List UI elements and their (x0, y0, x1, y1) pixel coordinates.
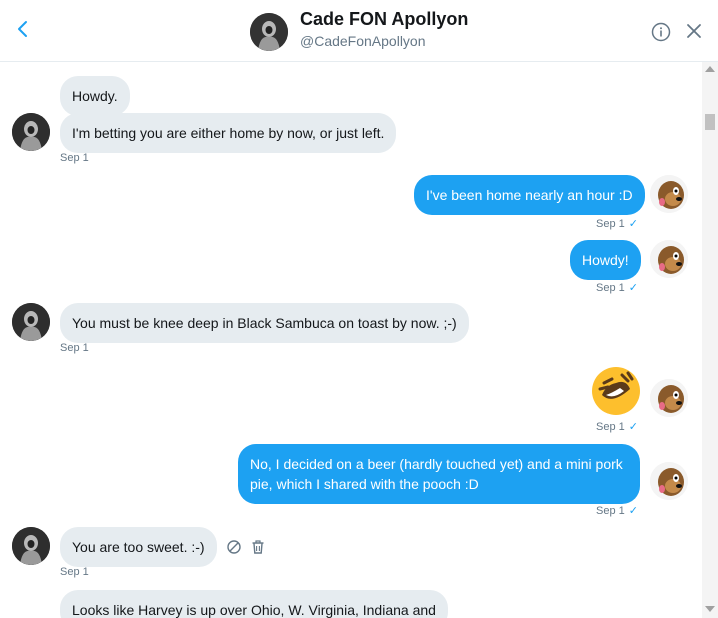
block-icon (227, 540, 241, 554)
back-button[interactable] (12, 18, 34, 40)
message-timestamp: Sep 1 (596, 505, 625, 517)
message-timestamp: Sep 1 (60, 566, 89, 578)
message-status: Sep 1 ✓ (596, 504, 638, 517)
incoming-message[interactable]: You must be knee deep in Black Sambuca o… (60, 303, 469, 343)
close-icon (687, 24, 701, 38)
avatar[interactable] (250, 13, 288, 51)
sent-check-icon: ✓ (628, 421, 638, 433)
hooded-figure-avatar-icon (250, 13, 288, 51)
scroll-down-arrow-icon[interactable] (705, 606, 715, 612)
report-button[interactable] (226, 539, 242, 555)
avatar[interactable] (12, 113, 50, 151)
message-text-line: pie, which I shared with the pooch :D (250, 476, 479, 492)
message-status: Sep 1 ✓ (596, 281, 638, 294)
conversation-header: Cade FON Apollyon @CadeFonApollyon (0, 0, 718, 62)
trash-icon (252, 540, 264, 554)
message-status: Sep 1 ✓ (596, 217, 638, 230)
message-timestamp: Sep 1 (60, 152, 89, 164)
chevron-left-icon (18, 21, 27, 37)
sent-check-icon: ✓ (628, 218, 638, 230)
outgoing-message[interactable]: No, I decided on a beer (hardly touched … (238, 444, 640, 504)
message-status: Sep 1 ✓ (596, 420, 638, 433)
incoming-message[interactable]: Looks like Harvey is up over Ohio, W. Vi… (60, 590, 448, 618)
dog-avatar-icon (650, 240, 688, 278)
outgoing-message[interactable]: I've been home nearly an hour :D (414, 175, 645, 215)
avatar[interactable] (650, 379, 688, 417)
hooded-figure-avatar-icon (12, 527, 50, 565)
avatar[interactable] (650, 240, 688, 278)
rolling-on-floor-laughing-icon (592, 367, 640, 415)
incoming-message[interactable]: You are too sweet. :-) (60, 527, 217, 567)
dog-avatar-icon (650, 379, 688, 417)
contact-name[interactable]: Cade FON Apollyon (300, 9, 468, 30)
message-timestamp: Sep 1 (596, 282, 625, 294)
contact-handle[interactable]: @CadeFonApollyon (300, 33, 426, 49)
hooded-figure-avatar-icon (12, 303, 50, 341)
avatar[interactable] (650, 175, 688, 213)
dog-avatar-icon (650, 462, 688, 500)
avatar[interactable] (12, 527, 50, 565)
scroll-up-arrow-icon[interactable] (705, 66, 715, 72)
info-icon (651, 22, 671, 42)
hooded-figure-avatar-icon (12, 113, 50, 151)
incoming-message[interactable]: I'm betting you are either home by now, … (60, 113, 397, 153)
message-timestamp: Sep 1 (60, 342, 89, 354)
outgoing-message[interactable]: Howdy! (570, 240, 641, 280)
message-timestamp: Sep 1 (596, 421, 625, 433)
scrollbar[interactable] (702, 62, 718, 618)
close-button[interactable] (684, 21, 704, 41)
sent-check-icon: ✓ (628, 505, 638, 517)
dog-avatar-icon (650, 175, 688, 213)
message-list[interactable]: Howdy. I'm betting you are either home b… (0, 62, 702, 618)
rolling-on-floor-laughing-emoji[interactable] (590, 365, 642, 417)
scrollbar-thumb[interactable] (705, 114, 715, 130)
incoming-message[interactable]: Howdy. (60, 76, 130, 116)
message-timestamp: Sep 1 (596, 218, 625, 230)
avatar[interactable] (12, 303, 50, 341)
sent-check-icon: ✓ (628, 282, 638, 294)
delete-button[interactable] (250, 539, 266, 555)
message-text-line: No, I decided on a beer (hardly touched … (250, 456, 623, 472)
info-button[interactable] (650, 21, 672, 43)
avatar[interactable] (650, 462, 688, 500)
